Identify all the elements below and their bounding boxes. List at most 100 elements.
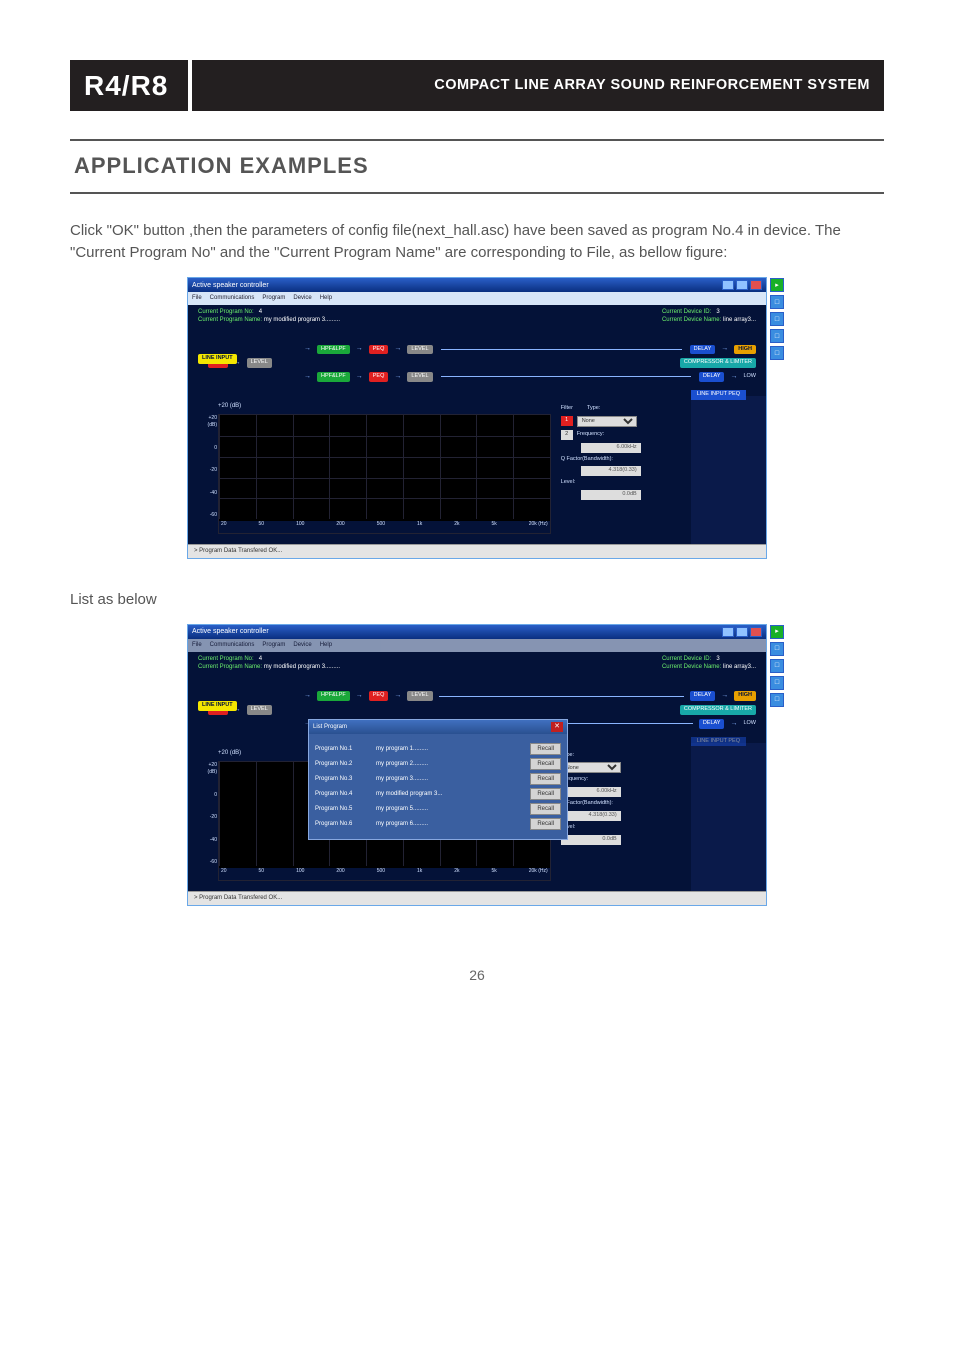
close-button[interactable] <box>750 280 762 290</box>
curr-dev-name: line array3... <box>723 317 756 323</box>
level-block[interactable]: LEVEL <box>407 691 432 701</box>
signal-flow: LINE INPUT → HPF&LPF → PEQ → LEVEL DELAY… <box>188 326 766 395</box>
freq-field[interactable]: 6.00kHz <box>561 787 621 797</box>
screenshot-1: ▸ □ □ □ □ Active speaker controller File… <box>187 277 767 558</box>
status-bar: > Program Data Transfered OK... <box>188 891 766 904</box>
tray-icon: ▸ <box>770 278 784 292</box>
hpf-lpf-block[interactable]: HPF&LPF <box>317 372 350 382</box>
line-input-block[interactable]: LINE INPUT <box>198 354 237 364</box>
recall-button[interactable]: Recall <box>530 788 561 800</box>
low-out: LOW <box>743 720 756 728</box>
menu-device[interactable]: Device <box>293 294 311 302</box>
maximize-button[interactable] <box>736 627 748 637</box>
menu-file[interactable]: File <box>192 641 202 649</box>
delay-block[interactable]: DELAY <box>690 345 716 355</box>
menu-help[interactable]: Help <box>320 641 332 649</box>
q-label: Q Factor(Bandwidth): <box>561 800 613 808</box>
panel-label: LINE INPUT PEQ <box>691 390 746 400</box>
eq-graph[interactable]: +20 (dB) 0 -20 -40 -60 2050 100200 <box>218 414 551 534</box>
delay-block[interactable]: DELAY <box>699 372 725 382</box>
level-field[interactable]: 0.0dB <box>581 490 641 500</box>
filter-1-button[interactable]: 1 <box>561 416 573 426</box>
high-out: HIGH <box>734 345 756 355</box>
hpf-lpf-block[interactable]: HPF&LPF <box>317 345 350 355</box>
window-title: Active speaker controller <box>192 627 269 637</box>
minimize-button[interactable] <box>722 280 734 290</box>
filter-2-button[interactable]: 2 <box>561 430 573 440</box>
peq-block[interactable]: PEQ <box>369 691 389 701</box>
freq-label: Frequency: <box>577 431 605 439</box>
tray-icon: □ <box>770 295 784 309</box>
body-paragraph-1: Click "OK" button ,then the parameters o… <box>70 220 884 264</box>
type-select[interactable]: None <box>577 416 637 427</box>
info-row: Current Program No: 4 Current Program Na… <box>188 305 766 327</box>
menu-comm[interactable]: Communications <box>210 294 255 302</box>
menu-program[interactable]: Program <box>262 294 285 302</box>
q-field[interactable]: 4.318(0.33) <box>581 466 641 476</box>
header-subtitle: COMPACT LINE ARRAY SOUND REINFORCEMENT S… <box>192 60 884 111</box>
eq-y-axis: +20 (dB) 0 -20 -40 -60 <box>201 415 217 519</box>
menu-program[interactable]: Program <box>262 641 285 649</box>
type-select[interactable]: None <box>561 762 621 773</box>
menu-device[interactable]: Device <box>293 641 311 649</box>
dialog-close-button[interactable]: ✕ <box>551 722 563 732</box>
info-row: Current Program No: 4 Current Program Na… <box>188 652 766 674</box>
minimize-button[interactable] <box>722 627 734 637</box>
curr-dev-name-label: Current Device Name: <box>662 317 721 323</box>
comp-lim-block[interactable]: COMPRESSOR & LIMITER <box>680 705 756 715</box>
menu-bar: File Communications Program Device Help <box>188 292 766 304</box>
program-row: Program No.4 my modified program 3... Re… <box>315 788 561 800</box>
hpf-lpf-block[interactable]: HPF&LPF <box>317 691 350 701</box>
level-block[interactable]: LEVEL <box>407 372 432 382</box>
recall-button[interactable]: Recall <box>530 773 561 785</box>
eq-side-panel: Filter Type: 1 None 2 Frequency: 6.00kHz… <box>561 402 681 534</box>
eq-x-axis: 2050 100200 5001k 2k5k 20k (Hz) <box>219 521 550 533</box>
os-tray-icons: ▸ □ □ □ □ <box>770 625 784 707</box>
delay-block[interactable]: DELAY <box>690 691 716 701</box>
tray-icon: □ <box>770 329 784 343</box>
curr-prog-name-label: Current Program Name: <box>198 317 262 323</box>
section-title: APPLICATION EXAMPLES <box>70 139 884 194</box>
tray-icon: □ <box>770 346 784 360</box>
line-input-block[interactable]: LINE INPUT <box>198 701 237 711</box>
curr-dev-id-label: Current Device ID: <box>662 309 711 315</box>
high-out: HIGH <box>734 691 756 701</box>
model-badge: R4/R8 <box>70 60 188 111</box>
page-number: 26 <box>70 966 884 986</box>
level-block[interactable]: LEVEL <box>247 705 272 715</box>
peq-block[interactable]: PEQ <box>369 345 389 355</box>
window-titlebar: Active speaker controller <box>188 278 766 292</box>
filter-label: Filter <box>561 405 573 413</box>
recall-button[interactable]: Recall <box>530 743 561 755</box>
maximize-button[interactable] <box>736 280 748 290</box>
freq-field[interactable]: 6.00kHz <box>581 443 641 453</box>
curr-prog-name: my modified program 3......... <box>264 317 340 323</box>
menu-help[interactable]: Help <box>320 294 332 302</box>
comp-lim-block[interactable]: COMPRESSOR & LIMITER <box>680 358 756 368</box>
menu-file[interactable]: File <box>192 294 202 302</box>
tray-icon: □ <box>770 312 784 326</box>
menu-bar: File Communications Program Device Help <box>188 639 766 651</box>
curr-prog-no-label: Current Program No: <box>198 309 254 315</box>
recall-button[interactable]: Recall <box>530 758 561 770</box>
menu-comm[interactable]: Communications <box>210 641 255 649</box>
level-label: Level: <box>561 479 576 487</box>
tray-icon: □ <box>770 693 784 707</box>
peq-block[interactable]: PEQ <box>369 372 389 382</box>
tray-icon: ▸ <box>770 625 784 639</box>
panel-label: LINE INPUT PEQ <box>691 737 746 747</box>
program-row: Program No.5 my program 5......... Recal… <box>315 803 561 815</box>
program-row: Program No.2 my program 2......... Recal… <box>315 758 561 770</box>
recall-button[interactable]: Recall <box>530 803 561 815</box>
recall-button[interactable]: Recall <box>530 818 561 830</box>
tray-icon: □ <box>770 659 784 673</box>
os-tray-icons: ▸ □ □ □ □ <box>770 278 784 360</box>
level-block[interactable]: LEVEL <box>407 345 432 355</box>
close-button[interactable] <box>750 627 762 637</box>
q-field[interactable]: 4.318(0.33) <box>561 811 621 821</box>
level-block[interactable]: LEVEL <box>247 358 272 368</box>
program-row: Program No.6 my program 6......... Recal… <box>315 818 561 830</box>
body-paragraph-2: List as below <box>70 589 884 611</box>
delay-block[interactable]: DELAY <box>699 719 725 729</box>
level-field[interactable]: 0.0dB <box>561 835 621 845</box>
